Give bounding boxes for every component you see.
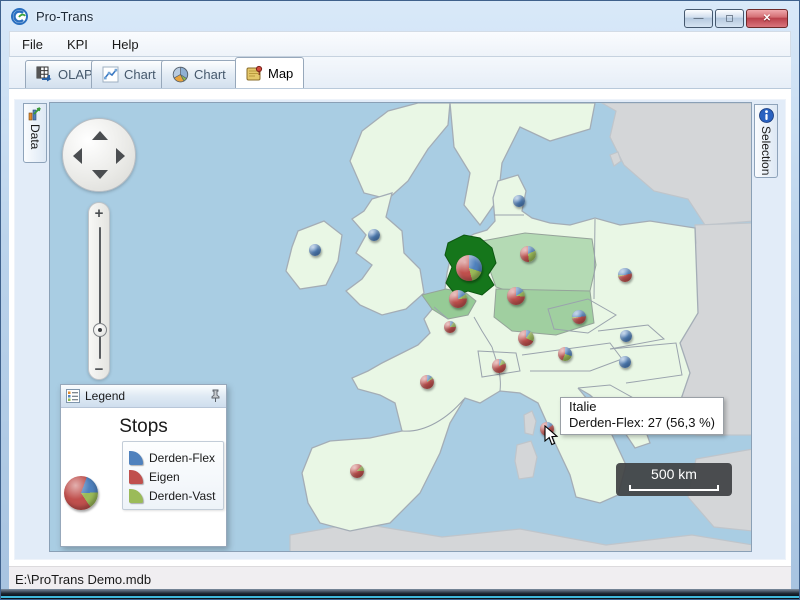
map-pan-control[interactable] <box>62 118 136 192</box>
legend-header[interactable]: Legend <box>61 385 226 408</box>
legend-entry: Eigen <box>129 467 223 486</box>
tab-olap-label: OLAP <box>58 67 93 82</box>
olap-grid-icon <box>36 66 53 83</box>
protrans-logo-icon <box>11 8 28 25</box>
menu-bar: File KPI Help <box>9 31 791 57</box>
legend-heading: Stops <box>61 416 226 438</box>
data-icon <box>28 107 42 121</box>
pie-chart-icon <box>172 66 189 83</box>
mouse-cursor-icon <box>544 425 560 447</box>
map-pie-marker[interactable] <box>420 375 434 389</box>
map-icon <box>246 65 263 82</box>
sidebar-tab-data-label: Data <box>28 124 42 149</box>
app-window: Pro-Trans — ◻ ✕ File KPI Help OLAP <box>0 0 800 600</box>
title-bar[interactable]: Pro-Trans — ◻ ✕ <box>1 1 799 31</box>
map-pie-marker[interactable] <box>350 464 364 478</box>
map-pie-marker[interactable] <box>618 268 632 282</box>
info-icon <box>759 108 774 123</box>
tab-chart-pie[interactable]: Chart <box>161 60 237 88</box>
sidebar-tab-selection[interactable]: Selection <box>754 104 778 178</box>
legend-title: Legend <box>85 389 205 403</box>
map-pie-marker[interactable] <box>449 290 467 308</box>
menu-kpi[interactable]: KPI <box>55 33 100 56</box>
legend-entry-label: Derden-Flex <box>149 451 215 465</box>
map-pie-marker[interactable] <box>368 229 380 241</box>
legend-entry: Derden-Vast <box>129 486 223 505</box>
sidebar-tab-data[interactable]: Data <box>23 103 47 163</box>
legend-list-icon <box>66 389 80 403</box>
map-pie-marker[interactable] <box>507 287 525 305</box>
map-pie-marker[interactable] <box>520 246 536 262</box>
pin-icon[interactable] <box>210 389 221 403</box>
map-pie-marker[interactable] <box>572 310 586 324</box>
map-pie-marker[interactable] <box>558 347 572 361</box>
tab-chart-line-label: Chart <box>124 67 156 82</box>
zoom-out-icon[interactable]: − <box>89 361 109 378</box>
derden-vast-swatch <box>129 489 143 503</box>
tab-chart-pie-label: Chart <box>194 67 226 82</box>
map-pie-marker[interactable] <box>456 255 482 281</box>
scale-rule <box>629 485 719 491</box>
window-title: Pro-Trans <box>36 9 93 24</box>
map-pie-marker[interactable] <box>309 244 321 256</box>
map-pie-marker[interactable] <box>444 321 456 333</box>
legend-entry: Derden-Flex <box>129 448 223 467</box>
legend-entry-label: Derden-Vast <box>149 489 215 503</box>
zoom-thumb[interactable] <box>93 323 107 337</box>
map-pie-marker[interactable] <box>492 359 506 373</box>
sidebar-tab-selection-label: Selection <box>759 126 773 175</box>
map-pie-marker[interactable] <box>619 356 631 368</box>
pan-right-icon[interactable] <box>116 148 125 164</box>
map-zoom-slider[interactable]: + − <box>88 202 110 380</box>
map-tab-page: Data Selection <box>9 89 791 566</box>
line-chart-icon <box>102 66 119 83</box>
map-canvas[interactable]: + − Legend <box>49 102 752 552</box>
close-button[interactable]: ✕ <box>746 9 788 28</box>
menu-help[interactable]: Help <box>100 33 151 56</box>
zoom-in-icon[interactable]: + <box>89 205 109 222</box>
tooltip-region: Italie <box>569 399 715 415</box>
pan-left-icon[interactable] <box>73 148 82 164</box>
tab-strip: OLAP Chart Chart <box>9 57 791 89</box>
menu-file[interactable]: File <box>10 33 55 56</box>
derden-flex-swatch <box>129 451 143 465</box>
maximize-button[interactable]: ◻ <box>715 9 744 28</box>
map-scale-bar: 500 km <box>616 463 732 496</box>
map-pie-marker[interactable] <box>513 195 525 207</box>
pan-up-icon[interactable] <box>92 131 108 140</box>
map-tooltip: Italie Derden-Flex: 27 (56,3 %) <box>560 397 724 435</box>
scale-label: 500 km <box>616 466 732 482</box>
tab-chart-line[interactable]: Chart <box>91 60 167 88</box>
tooltip-value: Derden-Flex: 27 (56,3 %) <box>569 415 715 431</box>
zoom-track[interactable] <box>99 227 101 359</box>
status-bar: E:\ProTrans Demo.mdb <box>9 566 791 591</box>
legend-panel[interactable]: Legend Stops Derden-Flex Eigen <box>60 384 227 547</box>
pan-down-icon[interactable] <box>92 170 108 179</box>
minimize-button[interactable]: — <box>684 9 713 28</box>
legend-entries: Derden-Flex Eigen Derden-Vast <box>122 441 224 510</box>
legend-sample-pie <box>64 476 98 510</box>
map-pie-marker[interactable] <box>518 330 534 346</box>
eigen-swatch <box>129 470 143 484</box>
tab-map[interactable]: Map <box>235 57 304 88</box>
tab-map-label: Map <box>268 66 293 81</box>
window-bottom-edge <box>1 589 799 599</box>
map-pie-marker[interactable] <box>620 330 632 342</box>
status-file-path: E:\ProTrans Demo.mdb <box>15 572 151 587</box>
legend-entry-label: Eigen <box>149 470 180 484</box>
